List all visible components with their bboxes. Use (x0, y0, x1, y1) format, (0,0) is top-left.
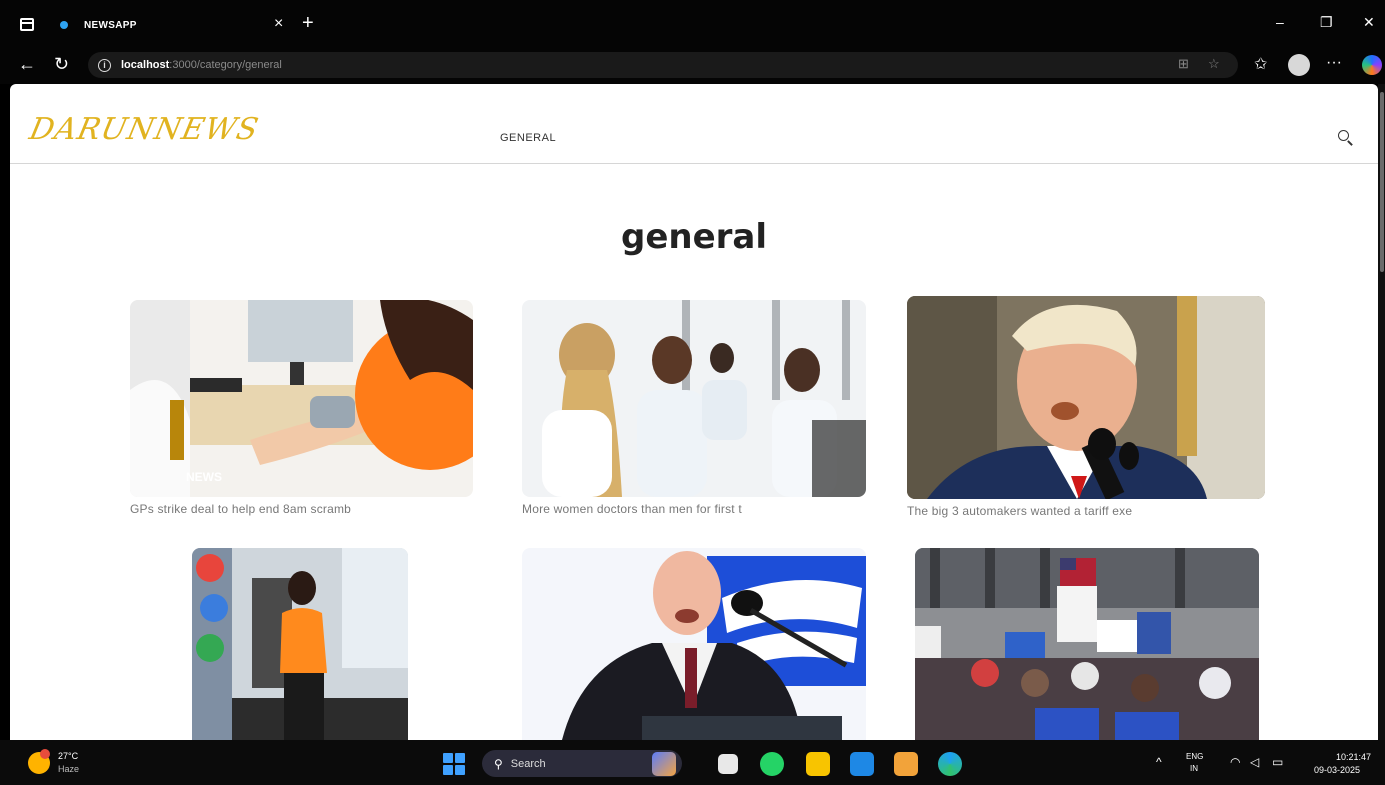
article-image[interactable]: NEWS (130, 300, 473, 497)
article-image[interactable] (522, 300, 866, 497)
language-indicator[interactable]: ENG (1186, 752, 1203, 761)
article-title[interactable]: GPs strike deal to help end 8am scramb (130, 502, 473, 516)
browser-tab-bar: NEWSAPP × + – ❐ ✕ (0, 0, 1385, 46)
vscode-icon[interactable] (850, 752, 874, 776)
restore-button[interactable]: ❐ (1320, 14, 1333, 31)
article-image[interactable] (915, 548, 1259, 740)
chevron-up-icon[interactable]: ^ (1156, 755, 1162, 769)
weather-description[interactable]: Haze (58, 764, 79, 774)
office-woman-photo (192, 548, 408, 740)
search-icon: ⚲ (494, 756, 503, 771)
article-title[interactable]: The big 3 automakers wanted a tariff exe (907, 504, 1227, 518)
clock-date[interactable]: 09-03-2025 (1314, 765, 1360, 775)
windows-taskbar: 27°C Haze ⚲ Search ^ ENG IN ◠ ◁ ▭ 10:21:… (0, 740, 1385, 785)
url-field[interactable]: i localhost :3000/category/general ⊞ ☆ (88, 52, 1238, 78)
url-host: localhost (121, 59, 170, 71)
scrollbar-thumb[interactable] (1380, 92, 1384, 272)
search-label: Search (510, 757, 546, 770)
site-navbar: DARUNNEWS GENERAL (10, 84, 1378, 164)
browser-address-bar: ← ↻ i localhost :3000/category/general ⊞… (0, 46, 1385, 84)
article-image[interactable] (907, 296, 1265, 499)
speaker-microphone-photo (907, 296, 1265, 499)
minimize-button[interactable]: – (1276, 14, 1284, 30)
start-button[interactable] (443, 753, 465, 775)
search-icon[interactable] (1336, 128, 1356, 148)
weather-temperature[interactable]: 27°C (58, 751, 78, 761)
app-icon[interactable] (894, 752, 918, 776)
close-window-button[interactable]: ✕ (1363, 14, 1375, 31)
reload-icon[interactable]: ↻ (54, 54, 69, 75)
edge-browser-icon[interactable] (938, 752, 962, 776)
file-explorer-icon[interactable] (806, 752, 830, 776)
news-badge: NEWS (186, 470, 222, 484)
article-image[interactable] (522, 548, 866, 740)
women-doctors-photo (522, 300, 866, 497)
new-tab-icon[interactable]: + (302, 12, 314, 35)
task-view-icon[interactable] (718, 754, 738, 774)
article-image[interactable] (192, 548, 408, 740)
whatsapp-icon[interactable] (760, 752, 784, 776)
profile-avatar[interactable] (1288, 54, 1310, 76)
street-protest-photo (915, 548, 1259, 740)
tab-title: NEWSAPP (84, 19, 137, 31)
notification-dot (40, 749, 50, 759)
page-title: general (620, 217, 768, 257)
back-arrow-icon[interactable]: ← (18, 54, 36, 75)
language-region[interactable]: IN (1190, 764, 1198, 773)
favorites-icon[interactable]: ✩ (1254, 54, 1267, 74)
browser-tab[interactable]: NEWSAPP × + (50, 10, 340, 40)
battery-icon[interactable]: ▭ (1272, 755, 1283, 769)
more-menu-icon[interactable]: ··· (1326, 54, 1342, 72)
wifi-icon[interactable]: ◠ (1230, 755, 1240, 769)
react-favicon-icon (60, 21, 68, 29)
read-aloud-icon[interactable]: ⊞ (1178, 56, 1189, 72)
volume-icon[interactable]: ◁ (1250, 755, 1259, 769)
tab-close-icon[interactable]: × (274, 15, 283, 33)
article-title[interactable]: More women doctors than men for first t (522, 502, 822, 516)
page-viewport: DARUNNEWS GENERAL general NEWS GPs strik… (10, 84, 1378, 740)
clinic-photo (130, 300, 473, 497)
widget-icon[interactable] (652, 752, 676, 776)
clock-time[interactable]: 10:21:47 (1336, 752, 1371, 762)
tab-actions-icon[interactable] (20, 18, 34, 31)
site-info-icon[interactable]: i (98, 58, 111, 72)
nav-link-general[interactable]: GENERAL (500, 132, 556, 144)
favorite-star-icon[interactable]: ☆ (1208, 56, 1220, 72)
brand-logo[interactable]: DARUNNEWS (26, 112, 262, 147)
postal-official-speech-photo (522, 548, 866, 740)
copilot-icon[interactable] (1362, 55, 1382, 75)
url-path: :3000/category/general (169, 59, 282, 71)
